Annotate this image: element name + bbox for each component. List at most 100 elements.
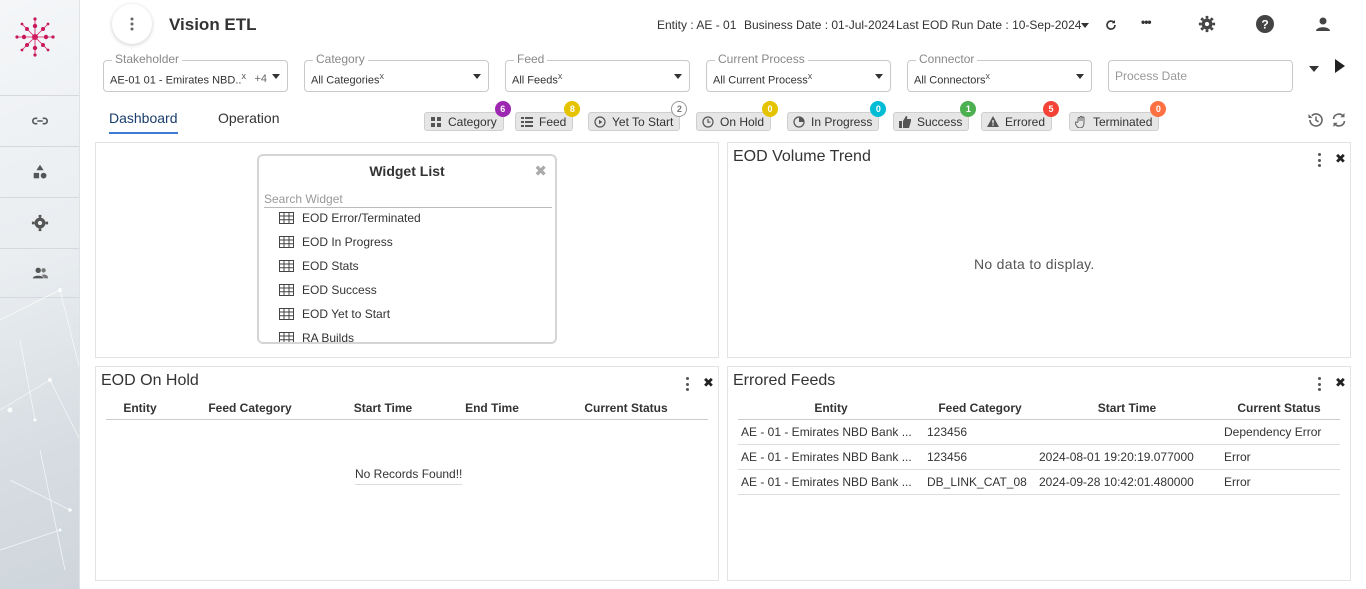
column-header: Current Status xyxy=(584,400,668,415)
more-options-button[interactable]: ••• xyxy=(1141,15,1152,29)
panel-menu-button[interactable] xyxy=(1318,377,1322,391)
widget-item-eod-in-progress[interactable]: EOD In Progress xyxy=(279,235,393,249)
chip-in-progress[interactable]: In Progress 0 xyxy=(787,101,887,131)
run-filter-play-button[interactable] xyxy=(1335,59,1345,73)
tab-operation[interactable]: Operation xyxy=(218,110,279,132)
column-header: Feed Category xyxy=(938,400,1022,415)
table-cell: AE - 01 - Emirates NBD Bank ... xyxy=(741,449,912,464)
current-process-value-text: All Current Process xyxy=(713,74,808,87)
table-icon xyxy=(279,236,294,248)
svg-text:?: ? xyxy=(1261,18,1268,32)
widget-search-input[interactable] xyxy=(264,191,552,208)
empty-state-text: No Records Found!! xyxy=(355,467,463,485)
table-cell: 2024-09-28 10:42:01.480000 xyxy=(1039,474,1194,489)
panel-menu-button[interactable] xyxy=(1318,153,1322,167)
table-row[interactable]: AE - 01 - Emirates NBD Bank ... 123456 202… xyxy=(738,444,1340,469)
chip-feed-label: Feed xyxy=(539,114,567,129)
chip-category[interactable]: Category 6 xyxy=(424,101,511,131)
widget-item-eod-yet-to-start[interactable]: EOD Yet to Start xyxy=(279,307,390,321)
category-select[interactable]: Category All Categoriesx xyxy=(304,52,489,92)
kebab-menu-button[interactable] xyxy=(112,4,152,44)
widget-list-close-button[interactable]: ✖ xyxy=(534,162,547,180)
panel-menu-button[interactable] xyxy=(686,377,690,391)
chip-success-label: Success xyxy=(917,114,963,129)
refresh-date-button[interactable] xyxy=(1101,15,1121,35)
help-button[interactable]: ? xyxy=(1255,14,1275,34)
chip-yet-to-start-label: Yet To Start xyxy=(612,114,674,129)
history-button[interactable] xyxy=(1306,110,1326,130)
errored-feeds-title: Errored Feeds xyxy=(733,372,836,389)
widget-item-eod-error-terminated[interactable]: EOD Error/Terminated xyxy=(279,211,421,225)
category-label: Category xyxy=(313,52,368,66)
eod-on-hold-title: EOD On Hold xyxy=(101,372,199,389)
current-process-select[interactable]: Current Process All Current Processx xyxy=(706,52,891,92)
eod-volume-trend-panel: EOD Volume Trend ✖ No data to display. xyxy=(727,142,1351,358)
category-value: All Categoriesx xyxy=(311,71,384,87)
chip-errored-count: 5 xyxy=(1043,101,1060,117)
feed-select[interactable]: Feed All Feedsx xyxy=(505,52,690,92)
panel-close-button[interactable]: ✖ xyxy=(1335,151,1346,167)
connector-value-text: All Connectors xyxy=(914,74,986,87)
stakeholder-clear[interactable]: x xyxy=(241,71,246,81)
table-row[interactable]: AE - 01 - Emirates NBD Bank ... DB_LINK_C… xyxy=(738,469,1340,494)
nav-shapes-item[interactable] xyxy=(0,146,79,196)
table-cell: 123456 xyxy=(927,424,968,439)
chip-on-hold-label: On Hold xyxy=(720,114,765,129)
date-dropdown-button[interactable] xyxy=(1075,15,1095,35)
widget-item-eod-success[interactable]: EOD Success xyxy=(279,283,377,297)
tab-dashboard[interactable]: Dashboard xyxy=(109,110,178,134)
chip-on-hold-count: 0 xyxy=(762,101,779,117)
widget-list-title: Widget List xyxy=(369,163,445,179)
feed-clear[interactable]: x xyxy=(558,71,563,81)
nav-settings-item[interactable] xyxy=(0,197,79,247)
stakeholder-value-text: AE-01 01 - Emirates NBD.. xyxy=(110,74,242,87)
nav-link-item[interactable] xyxy=(0,95,79,145)
panel-close-button[interactable]: ✖ xyxy=(703,375,714,391)
feed-label: Feed xyxy=(514,52,548,66)
category-clear[interactable]: x xyxy=(379,71,384,81)
chip-terminated[interactable]: Terminated 0 xyxy=(1069,101,1167,131)
panel-close-button[interactable]: ✖ xyxy=(1335,375,1346,391)
filters-expand-caret-icon[interactable] xyxy=(1309,66,1319,72)
column-header: Current Status xyxy=(1237,400,1321,415)
connector-value: All Connectorsx xyxy=(914,71,990,87)
chip-on-hold[interactable]: On Hold 0 xyxy=(696,101,779,131)
caret-down-icon xyxy=(1076,74,1084,79)
connector-clear[interactable]: x xyxy=(986,71,991,81)
current-process-clear[interactable]: x xyxy=(808,71,813,81)
feed-value-text: All Feeds xyxy=(512,74,558,87)
connector-select[interactable]: Connector All Connectorsx xyxy=(907,52,1092,92)
entity-label: Entity : xyxy=(657,18,697,32)
table-cell: 123456 xyxy=(927,449,968,464)
stakeholder-extra-count: +4 xyxy=(254,73,267,85)
background-network-graphic xyxy=(0,288,79,571)
column-header: Feed Category xyxy=(208,400,292,415)
widget-item-ra-builds[interactable]: RA Builds xyxy=(279,331,354,342)
chip-feed[interactable]: Feed 8 xyxy=(515,101,581,131)
chip-yet-to-start[interactable]: Yet To Start 2 xyxy=(588,101,688,131)
chip-success[interactable]: Success 1 xyxy=(893,101,977,131)
history-icon xyxy=(1308,113,1323,127)
table-header-row: Entity Feed Category Start Time End Time… xyxy=(106,397,708,419)
app-title: Vision ETL xyxy=(169,15,257,34)
hand-icon xyxy=(1075,115,1087,128)
stakeholder-select[interactable]: Stakeholder AE-01 01 - Emirates NBD..x +… xyxy=(103,52,288,92)
eod-on-hold-panel: EOD On Hold ✖ Entity Feed Category Start… xyxy=(95,366,719,581)
caret-down-icon xyxy=(272,74,280,79)
settings-button[interactable] xyxy=(1197,14,1217,34)
feed-value: All Feedsx xyxy=(512,71,562,87)
last-eod-value: 10-Sep-2024 xyxy=(1012,18,1082,32)
stakeholder-label: Stakeholder xyxy=(112,52,183,66)
process-date-input[interactable] xyxy=(1108,60,1293,92)
table-icon xyxy=(279,308,294,320)
widget-item-eod-stats[interactable]: EOD Stats xyxy=(279,259,359,273)
table-header-row: Entity Feed Category Start Time Current … xyxy=(738,397,1340,419)
chip-errored[interactable]: Errored 5 xyxy=(981,101,1060,131)
column-header: Entity xyxy=(814,400,848,415)
table-row[interactable]: AE - 01 - Emirates NBD Bank ... 123456 Dep… xyxy=(738,419,1340,444)
chip-in-progress-count: 0 xyxy=(870,101,887,117)
caret-down-icon xyxy=(1081,22,1089,28)
refresh-dashboard-button[interactable] xyxy=(1329,110,1349,130)
widget-item-label: EOD Success xyxy=(302,283,377,297)
user-profile-button[interactable] xyxy=(1313,14,1333,34)
